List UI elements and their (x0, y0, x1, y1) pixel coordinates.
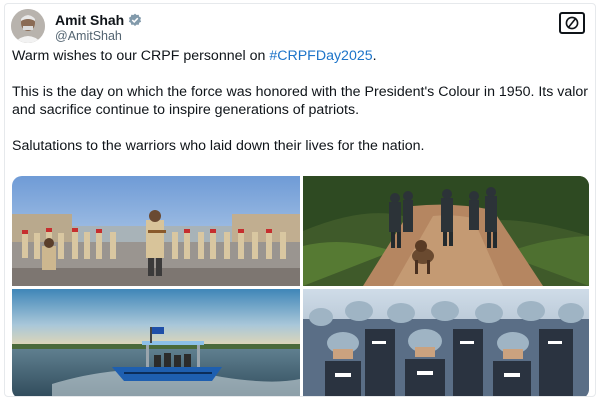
name-row: Amit Shah (55, 12, 142, 28)
x-logo-button[interactable] (559, 12, 585, 34)
tweet-text: Warm wishes to our CRPF personnel on #CR… (12, 47, 590, 173)
user-name[interactable]: Amit Shah (55, 12, 124, 28)
tweet-card: Amit Shah @AmitShah Warm wishes to our C… (4, 3, 596, 397)
tweet-header: Amit Shah @AmitShah (11, 9, 591, 45)
verified-badge-icon (128, 13, 142, 27)
media-image-patrol-boat[interactable] (12, 289, 300, 396)
tweet-line1-prefix: Warm wishes to our CRPF personnel on (12, 48, 270, 64)
user-handle[interactable]: @AmitShah (55, 29, 122, 43)
hashtag-link[interactable]: #CRPFDay2025 (269, 48, 372, 64)
tweet-paragraph-2: This is the day on which the force was h… (12, 84, 589, 118)
x-logo-icon (565, 16, 579, 30)
media-image-forest-patrol[interactable] (303, 176, 589, 286)
tweet-line1-suffix: . (372, 48, 377, 64)
media-image-personnel-helmets[interactable] (303, 289, 589, 396)
tweet-paragraph-3: Salutations to the warriors who laid dow… (12, 138, 425, 154)
media-grid (12, 176, 589, 396)
avatar[interactable] (11, 9, 45, 43)
media-image-parade[interactable] (12, 176, 300, 286)
tweet-paragraph-1: Warm wishes to our CRPF personnel on #CR… (12, 47, 590, 65)
